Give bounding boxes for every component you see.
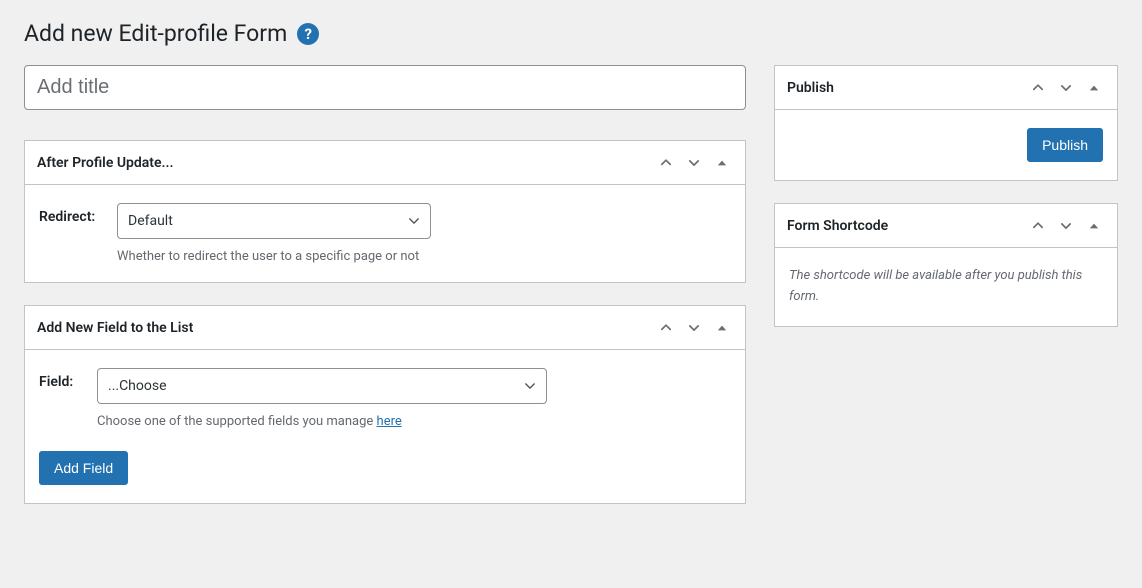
field-description: Choose one of the supported fields you m… [97, 414, 547, 429]
field-label: Field: [39, 368, 87, 390]
toggle-panel-icon[interactable] [1083, 215, 1105, 237]
box-title-shortcode: Form Shortcode [787, 218, 888, 234]
add-field-button[interactable]: Add Field [39, 451, 128, 485]
move-down-icon[interactable] [1055, 215, 1077, 237]
move-down-icon[interactable] [683, 152, 705, 174]
move-down-icon[interactable] [683, 317, 705, 339]
move-down-icon[interactable] [1055, 77, 1077, 99]
move-up-icon[interactable] [1027, 215, 1049, 237]
add-new-field-box: Add New Field to the List Field: [24, 305, 746, 504]
help-icon[interactable]: ? [297, 23, 319, 45]
box-title-publish: Publish [787, 80, 834, 96]
move-up-icon[interactable] [1027, 77, 1049, 99]
redirect-description: Whether to redirect the user to a specif… [117, 249, 431, 264]
toggle-panel-icon[interactable] [711, 152, 733, 174]
box-title-add-field: Add New Field to the List [37, 320, 193, 336]
move-up-icon[interactable] [655, 317, 677, 339]
redirect-select-value: Default [128, 213, 173, 229]
shortcode-note: The shortcode will be available after yo… [789, 266, 1103, 308]
redirect-label: Redirect: [39, 203, 107, 225]
form-shortcode-box: Form Shortcode The shortcode will be ava… [774, 203, 1118, 327]
publish-button[interactable]: Publish [1027, 128, 1103, 162]
toggle-panel-icon[interactable] [1083, 77, 1105, 99]
field-select[interactable]: ...Choose [97, 368, 547, 404]
after-profile-update-box: After Profile Update... Redirect: [24, 140, 746, 283]
toggle-panel-icon[interactable] [711, 317, 733, 339]
manage-fields-link[interactable]: here [377, 414, 402, 429]
box-title-after-update: After Profile Update... [37, 155, 173, 171]
redirect-select[interactable]: Default [117, 203, 431, 239]
publish-box: Publish Publish [774, 65, 1118, 181]
move-up-icon[interactable] [655, 152, 677, 174]
page-title: Add new Edit-profile Form [24, 20, 287, 47]
field-select-value: ...Choose [108, 378, 167, 394]
title-input[interactable] [24, 65, 746, 110]
